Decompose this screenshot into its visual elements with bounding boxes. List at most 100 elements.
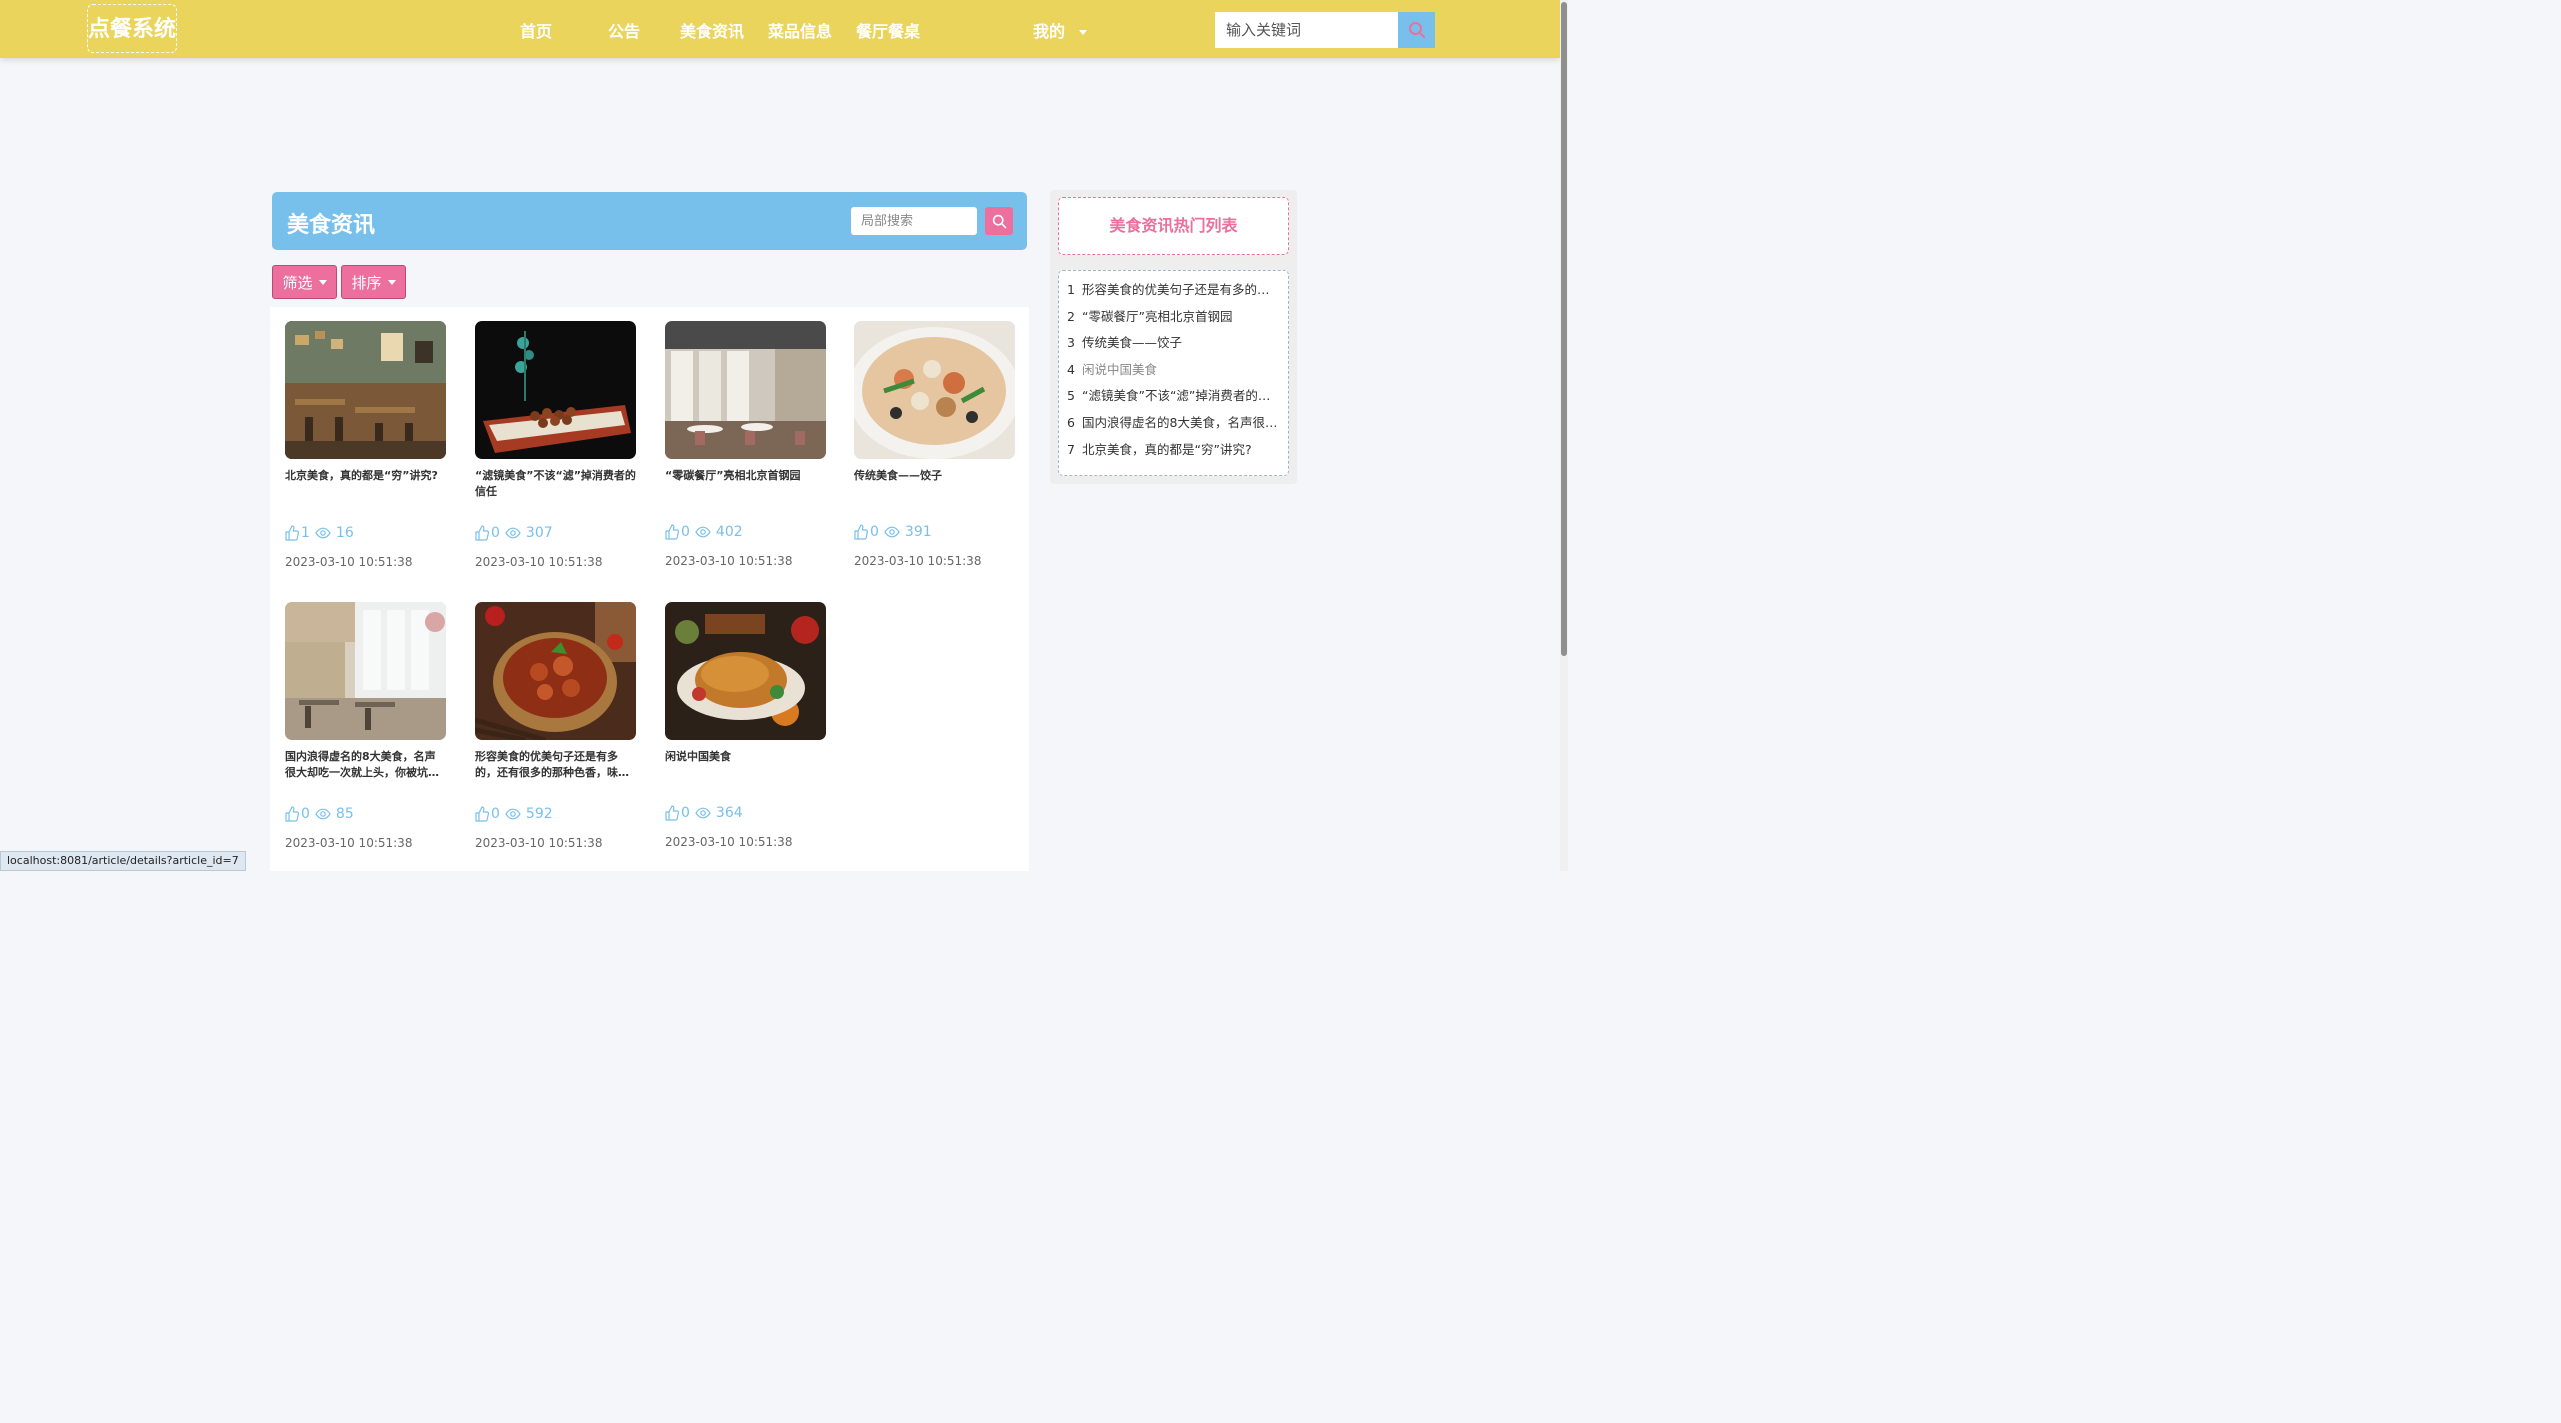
article-image (665, 602, 826, 740)
hot-list-item[interactable]: 7 北京美食，真的都是“穷”讲究? (1067, 440, 1280, 467)
nav-tables[interactable]: 餐厅餐桌 (856, 18, 920, 42)
view-count: 16 (335, 525, 354, 541)
site-logo[interactable]: 点餐系统 (87, 4, 177, 53)
view-count: 391 (904, 524, 932, 540)
article-card[interactable]: 传统美食——饺子 (854, 321, 1015, 500)
filter-button[interactable]: 筛选 (272, 265, 337, 299)
thumbs-up-icon (475, 525, 489, 541)
thumbs-up-icon (854, 524, 868, 540)
like-count: 0 (681, 805, 690, 821)
eye-icon (315, 808, 331, 820)
sort-label: 排序 (351, 273, 382, 292)
header-search-input[interactable] (1215, 12, 1398, 48)
hot-list-item[interactable]: 2 “零碳餐厅”亮相北京首钢园 (1067, 307, 1280, 334)
nav-food-news[interactable]: 美食资讯 (680, 18, 744, 42)
search-icon (992, 214, 1006, 228)
article-title: 传统美食——饺子 (854, 469, 942, 482)
article-title: “滤镜美食”不该“滤”掉消费者的信任 (475, 469, 636, 498)
article-stats: 0 307 (475, 525, 553, 541)
local-search-button[interactable] (985, 207, 1013, 235)
hot-list-item[interactable]: 1 形容美食的优美句子还是有多的，还有很多的那种色香 (1067, 280, 1280, 307)
article-stats: 0 391 (854, 524, 932, 540)
eye-icon (505, 808, 521, 820)
hot-item-text: “滤镜美食”不该“滤”掉消费者的信任 (1082, 388, 1280, 404)
hot-item-text: 北京美食，真的都是“穷”讲究? (1082, 441, 1252, 457)
article-image (854, 321, 1015, 459)
hot-item-text: 形容美食的优美句子还是有多的，还有很多的那种色香 (1082, 282, 1280, 297)
article-title: 北京美食，真的都是“穷”讲究? (285, 469, 438, 482)
article-card[interactable]: 北京美食，真的都是“穷”讲究? (285, 321, 446, 500)
article-title: “零碳餐厅”亮相北京首钢园 (665, 469, 801, 482)
article-card[interactable]: “滤镜美食”不该“滤”掉消费者的信任 (475, 321, 636, 500)
local-search-input[interactable] (851, 207, 977, 235)
hot-item-number: 5 (1067, 388, 1075, 404)
hot-list-title: 美食资讯热门列表 (1058, 197, 1289, 255)
status-bar-url: localhost:8081/article/details?article_i… (0, 851, 246, 871)
article-title: 闲说中国美食 (665, 750, 731, 763)
eye-icon (315, 527, 331, 539)
hot-list: 1 形容美食的优美句子还是有多的，还有很多的那种色香 2 “零碳餐厅”亮相北京首钢园… (1058, 270, 1289, 476)
view-count: 307 (525, 525, 553, 541)
article-stats: 1 16 (285, 525, 354, 541)
article-image (285, 321, 446, 459)
caret-down-icon (387, 279, 396, 285)
article-image (475, 321, 636, 459)
eye-icon (695, 807, 711, 819)
scrollbar-thumb[interactable] (1561, 2, 1567, 656)
nav-home[interactable]: 首页 (520, 18, 552, 42)
article-card[interactable]: 国内浪得虚名的8大美食，名声很大却吃一次就上头，你被坑…几回 (285, 602, 446, 781)
article-time: 2023-03-10 10:51:38 (475, 555, 603, 569)
hot-item-text: 传统美食——饺子 (1082, 335, 1183, 351)
article-time: 2023-03-10 10:51:38 (475, 836, 603, 850)
article-stats: 0 364 (665, 805, 743, 821)
article-image (475, 602, 636, 740)
article-time: 2023-03-10 10:51:38 (285, 836, 413, 850)
view-count: 364 (715, 805, 743, 821)
nav-dishes[interactable]: 菜品信息 (768, 18, 832, 42)
like-count: 0 (681, 524, 690, 540)
view-count: 592 (525, 806, 553, 822)
eye-icon (505, 527, 521, 539)
header-search-button[interactable] (1398, 12, 1435, 48)
hot-list-item[interactable]: 5 “滤镜美食”不该“滤”掉消费者的信任 (1067, 386, 1280, 413)
thumbs-up-icon (475, 806, 489, 822)
nav-my-dropdown[interactable]: 我的 (1033, 18, 1088, 42)
article-title: 形容美食的优美句子还是有多的，还有很多的那种色香，味…俱全，还有那个，看着直流口… (475, 750, 629, 779)
filter-label: 筛选 (282, 273, 313, 292)
article-card[interactable]: 形容美食的优美句子还是有多的，还有很多的那种色香，味…俱全，还有那个，看着直流口… (475, 602, 636, 781)
search-icon (1408, 22, 1425, 38)
hot-item-number: 4 (1067, 361, 1075, 377)
hot-item-number: 6 (1067, 414, 1075, 430)
like-count: 0 (301, 806, 310, 822)
view-count: 85 (335, 806, 354, 822)
nav-my-label: 我的 (1033, 22, 1066, 41)
article-image (285, 602, 446, 740)
hot-list-item[interactable]: 3 传统美食——饺子 (1067, 333, 1280, 360)
thumbs-up-icon (285, 525, 299, 541)
nav-notice[interactable]: 公告 (608, 18, 640, 42)
view-count: 402 (715, 524, 743, 540)
caret-down-icon (1079, 30, 1088, 35)
article-card[interactable]: 闲说中国美食 (665, 602, 826, 781)
article-time: 2023-03-10 10:51:38 (854, 554, 982, 568)
sort-button[interactable]: 排序 (341, 265, 406, 299)
hot-list-item[interactable]: 6 国内浪得虚名的8大美食，名声很大却吃一次就上头 (1067, 413, 1280, 440)
like-count: 0 (491, 525, 500, 541)
article-time: 2023-03-10 10:51:38 (665, 835, 793, 849)
thumbs-up-icon (665, 524, 679, 540)
caret-down-icon (318, 279, 327, 285)
like-count: 0 (491, 806, 500, 822)
hot-item-text: 闲说中国美食 (1082, 361, 1158, 377)
eye-icon (695, 526, 711, 538)
hot-item-text: 国内浪得虚名的8大美食，名声很大却吃一次就上头 (1082, 414, 1280, 430)
hot-item-number: 1 (1067, 282, 1075, 297)
section-title: 美食资讯 (287, 213, 376, 238)
hot-list-item[interactable]: 4 闲说中国美食 (1067, 360, 1280, 387)
hot-item-number: 7 (1067, 441, 1075, 457)
thumbs-up-icon (665, 805, 679, 821)
thumbs-up-icon (285, 806, 299, 822)
article-card[interactable]: “零碳餐厅”亮相北京首钢园 (665, 321, 826, 500)
article-image (665, 321, 826, 459)
like-count: 0 (870, 524, 879, 540)
like-count: 1 (301, 525, 310, 541)
